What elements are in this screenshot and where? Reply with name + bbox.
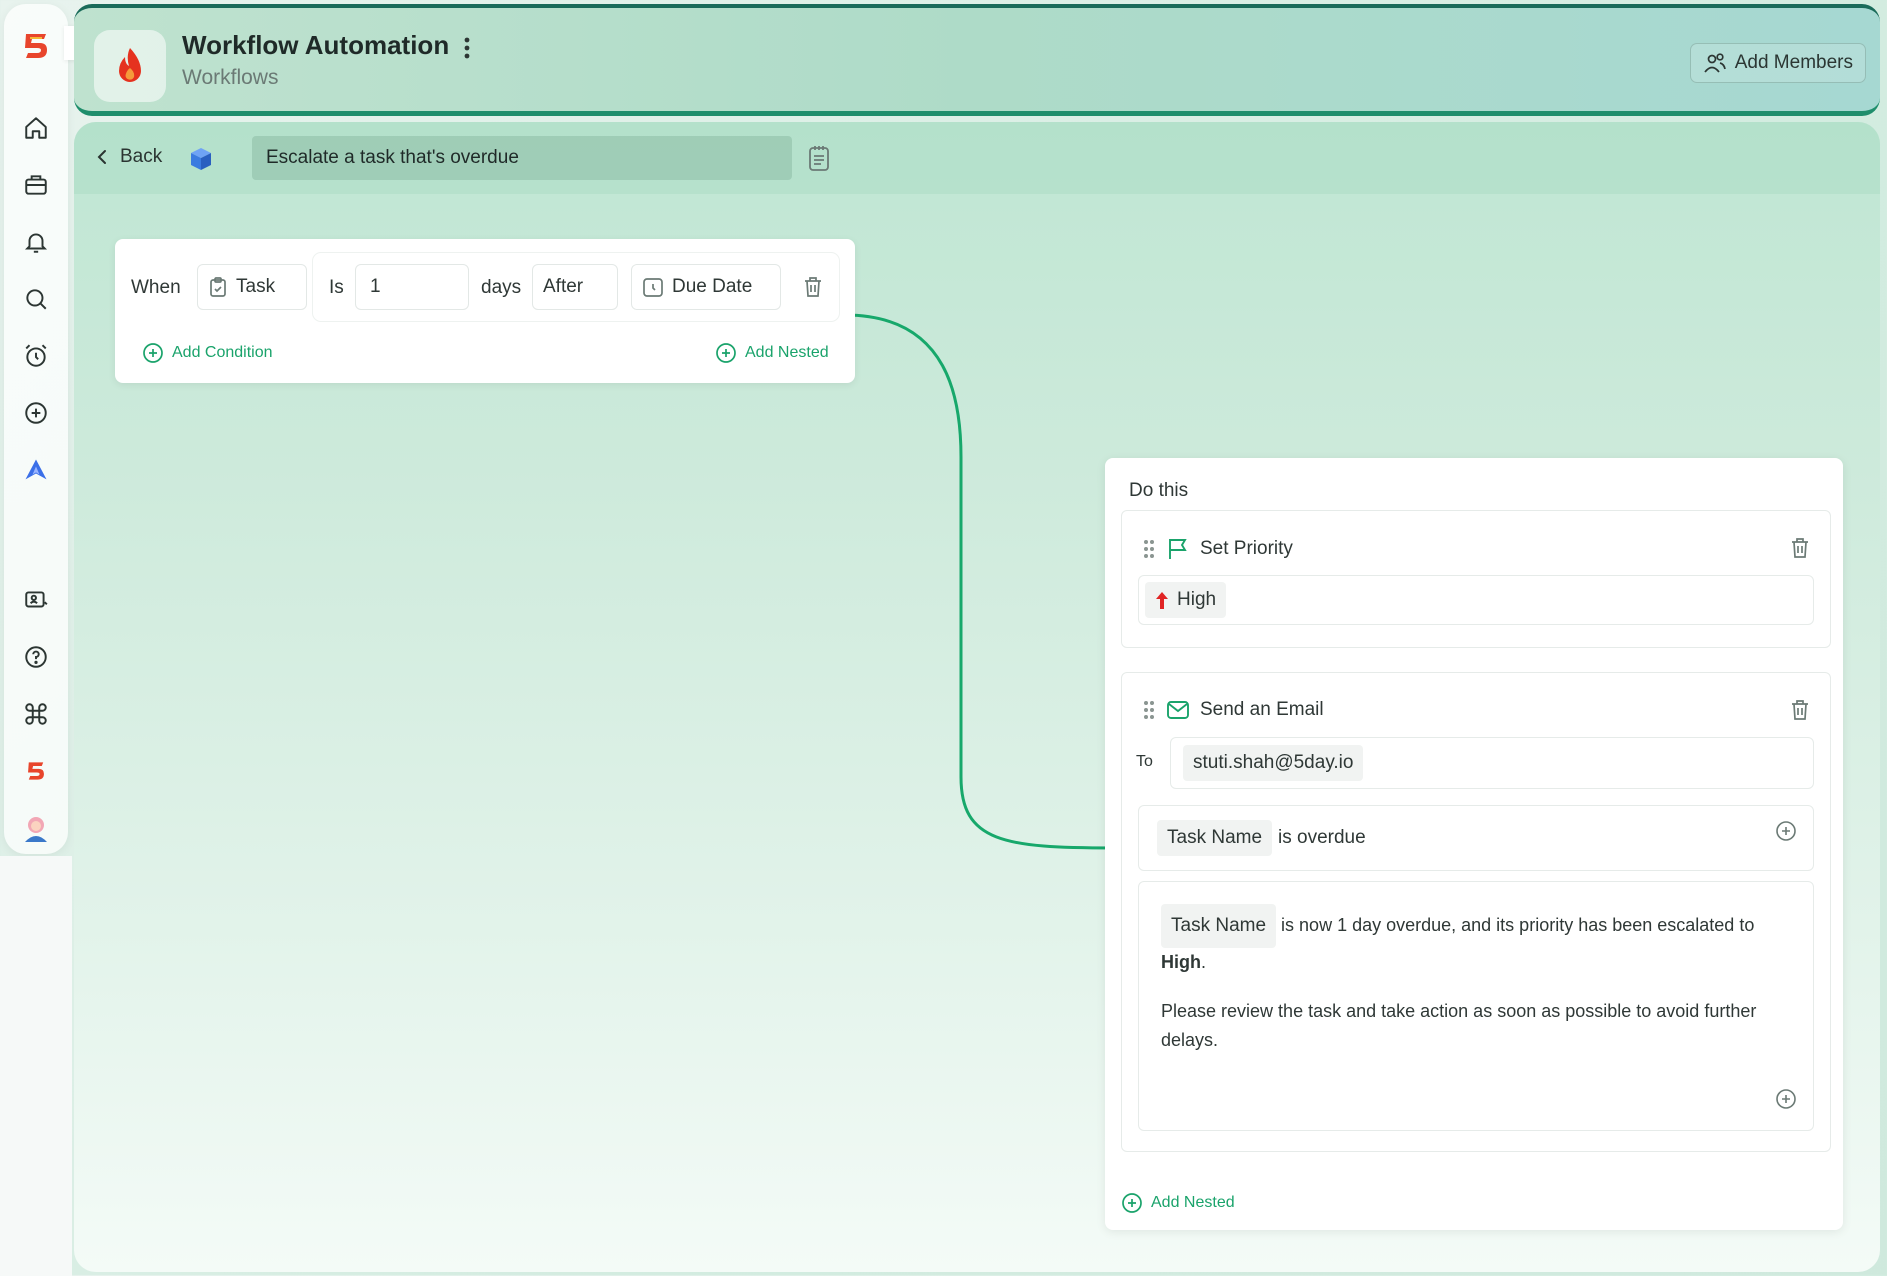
workflow-toolbar: Back Escalate a task that's overdue <box>74 122 1880 194</box>
recipient-field[interactable]: stuti.shah@5day.io <box>1170 737 1814 789</box>
set-priority-label: Set Priority <box>1200 538 1293 559</box>
5day-logo-icon[interactable] <box>18 28 54 64</box>
plus-circle-icon <box>1122 1193 1142 1213</box>
insert-field-body-button[interactable] <box>1775 1088 1797 1119</box>
delete-priority-step-button[interactable] <box>1790 537 1810 564</box>
send-email-label: Send an Email <box>1200 699 1324 720</box>
home-icon[interactable] <box>18 110 54 146</box>
kebab-menu-icon <box>464 37 470 59</box>
trigger-card: When Task Is 1 days After Due Date Add C… <box>115 239 855 383</box>
task-name-token: Task Name <box>1161 904 1277 949</box>
add-circle-icon[interactable] <box>18 395 54 431</box>
priority-chip: High <box>1145 582 1227 618</box>
drag-handle-icon[interactable] <box>1142 699 1156 721</box>
delete-trigger-button[interactable] <box>803 276 823 303</box>
send-email-header: Send an Email <box>1142 699 1324 721</box>
add-members-button[interactable]: Add Members <box>1689 43 1866 83</box>
workflow-name-input[interactable]: Escalate a task that's overdue <box>252 136 792 180</box>
body-text-1: is now 1 day overdue, and its priority h… <box>1281 915 1755 935</box>
body-paragraph-2: Please review the task and take action a… <box>1161 1001 1757 1050</box>
relation-value: After <box>543 276 584 297</box>
set-priority-step: Set Priority High <box>1121 510 1831 648</box>
trash-icon <box>1792 538 1808 558</box>
plus-circle-icon <box>716 343 736 363</box>
add-nested-action-label: Add Nested <box>1151 1194 1235 1211</box>
mail-icon <box>1167 701 1189 719</box>
5day-brand-icon[interactable] <box>18 753 54 789</box>
drag-handle-icon[interactable] <box>1142 538 1156 560</box>
body-paragraph-1: Task Name is now 1 day overdue, and its … <box>1161 904 1791 977</box>
back-button[interactable]: Back <box>96 146 162 168</box>
calendar-clock-icon <box>643 278 663 297</box>
do-this-label: Do this <box>1129 480 1189 501</box>
when-label: When <box>131 277 181 298</box>
subject-text: is overdue <box>1278 827 1366 848</box>
cube-icon <box>189 146 213 177</box>
priority-select[interactable]: High <box>1138 575 1814 625</box>
delete-email-step-button[interactable] <box>1790 699 1810 726</box>
page-title: Workflow Automation <box>182 30 450 60</box>
to-label: To <box>1136 753 1153 770</box>
users-icon <box>1704 53 1726 73</box>
add-nested-action-button[interactable]: Add Nested <box>1121 1192 1235 1214</box>
workflow-app-icon <box>94 30 166 102</box>
add-condition-label: Add Condition <box>172 344 273 361</box>
subject-field[interactable]: Task Name is overdue <box>1138 805 1814 871</box>
flag-icon <box>1169 539 1187 559</box>
body-period: . <box>1201 952 1207 973</box>
flame-icon <box>119 48 141 82</box>
add-condition-button[interactable]: Add Condition <box>142 342 273 364</box>
chevron-left-icon <box>97 150 106 164</box>
entity-select[interactable]: Task <box>197 264 307 310</box>
entity-value: Task <box>236 276 276 297</box>
relation-select[interactable]: After <box>532 264 618 310</box>
back-label: Back <box>120 146 163 167</box>
command-icon[interactable] <box>18 696 54 732</box>
breadcrumb[interactable]: Workflows <box>182 66 278 90</box>
add-members-label: Add Members <box>1734 52 1853 73</box>
operator-label: Is <box>329 277 344 298</box>
date-field-value: Due Date <box>672 276 753 297</box>
contact-card-icon[interactable] <box>18 582 54 618</box>
add-nested-label: Add Nested <box>745 344 829 361</box>
clipboard-check-icon <box>210 277 226 297</box>
sidebar-rail <box>4 4 68 854</box>
briefcase-icon[interactable] <box>18 167 54 203</box>
sidebar-footer-area <box>0 856 72 1276</box>
more-options-button[interactable] <box>454 32 480 64</box>
notes-icon[interactable] <box>807 144 831 177</box>
insert-field-subject-button[interactable] <box>1775 820 1797 848</box>
help-icon[interactable] <box>18 639 54 675</box>
send-email-step: Send an Email To stuti.shah@5day.io Task… <box>1121 672 1831 1152</box>
ai-assistant-icon[interactable] <box>18 452 54 488</box>
email-body-field[interactable]: Task Name is now 1 day overdue, and its … <box>1138 881 1814 1131</box>
set-priority-header: Set Priority <box>1142 537 1293 561</box>
priority-value: High <box>1177 589 1217 610</box>
user-avatar-icon[interactable] <box>18 810 54 846</box>
date-field-select[interactable]: Due Date <box>631 264 781 310</box>
recipient-chip[interactable]: stuti.shah@5day.io <box>1183 745 1364 781</box>
trash-icon <box>805 277 821 297</box>
trash-icon <box>1792 700 1808 720</box>
app-header: Workflow Automation Workflows Add Member… <box>74 4 1880 116</box>
plus-circle-icon <box>1776 821 1796 841</box>
days-input[interactable]: 1 <box>355 264 469 310</box>
plus-circle-icon <box>143 343 163 363</box>
action-card: Do this Set Priority High Send an Email … <box>1105 458 1843 1230</box>
workflow-canvas: Back Escalate a task that's overdue When… <box>74 122 1880 1272</box>
body-bold-priority: High <box>1161 952 1201 973</box>
task-name-token: Task Name <box>1157 820 1273 856</box>
alarm-clock-icon[interactable] <box>18 338 54 374</box>
search-icon[interactable] <box>18 281 54 317</box>
plus-circle-icon <box>1776 1089 1796 1109</box>
add-nested-trigger-button[interactable]: Add Nested <box>715 342 829 364</box>
unit-label: days <box>481 277 522 298</box>
bell-icon[interactable] <box>18 224 54 260</box>
arrow-up-icon <box>1156 592 1168 609</box>
